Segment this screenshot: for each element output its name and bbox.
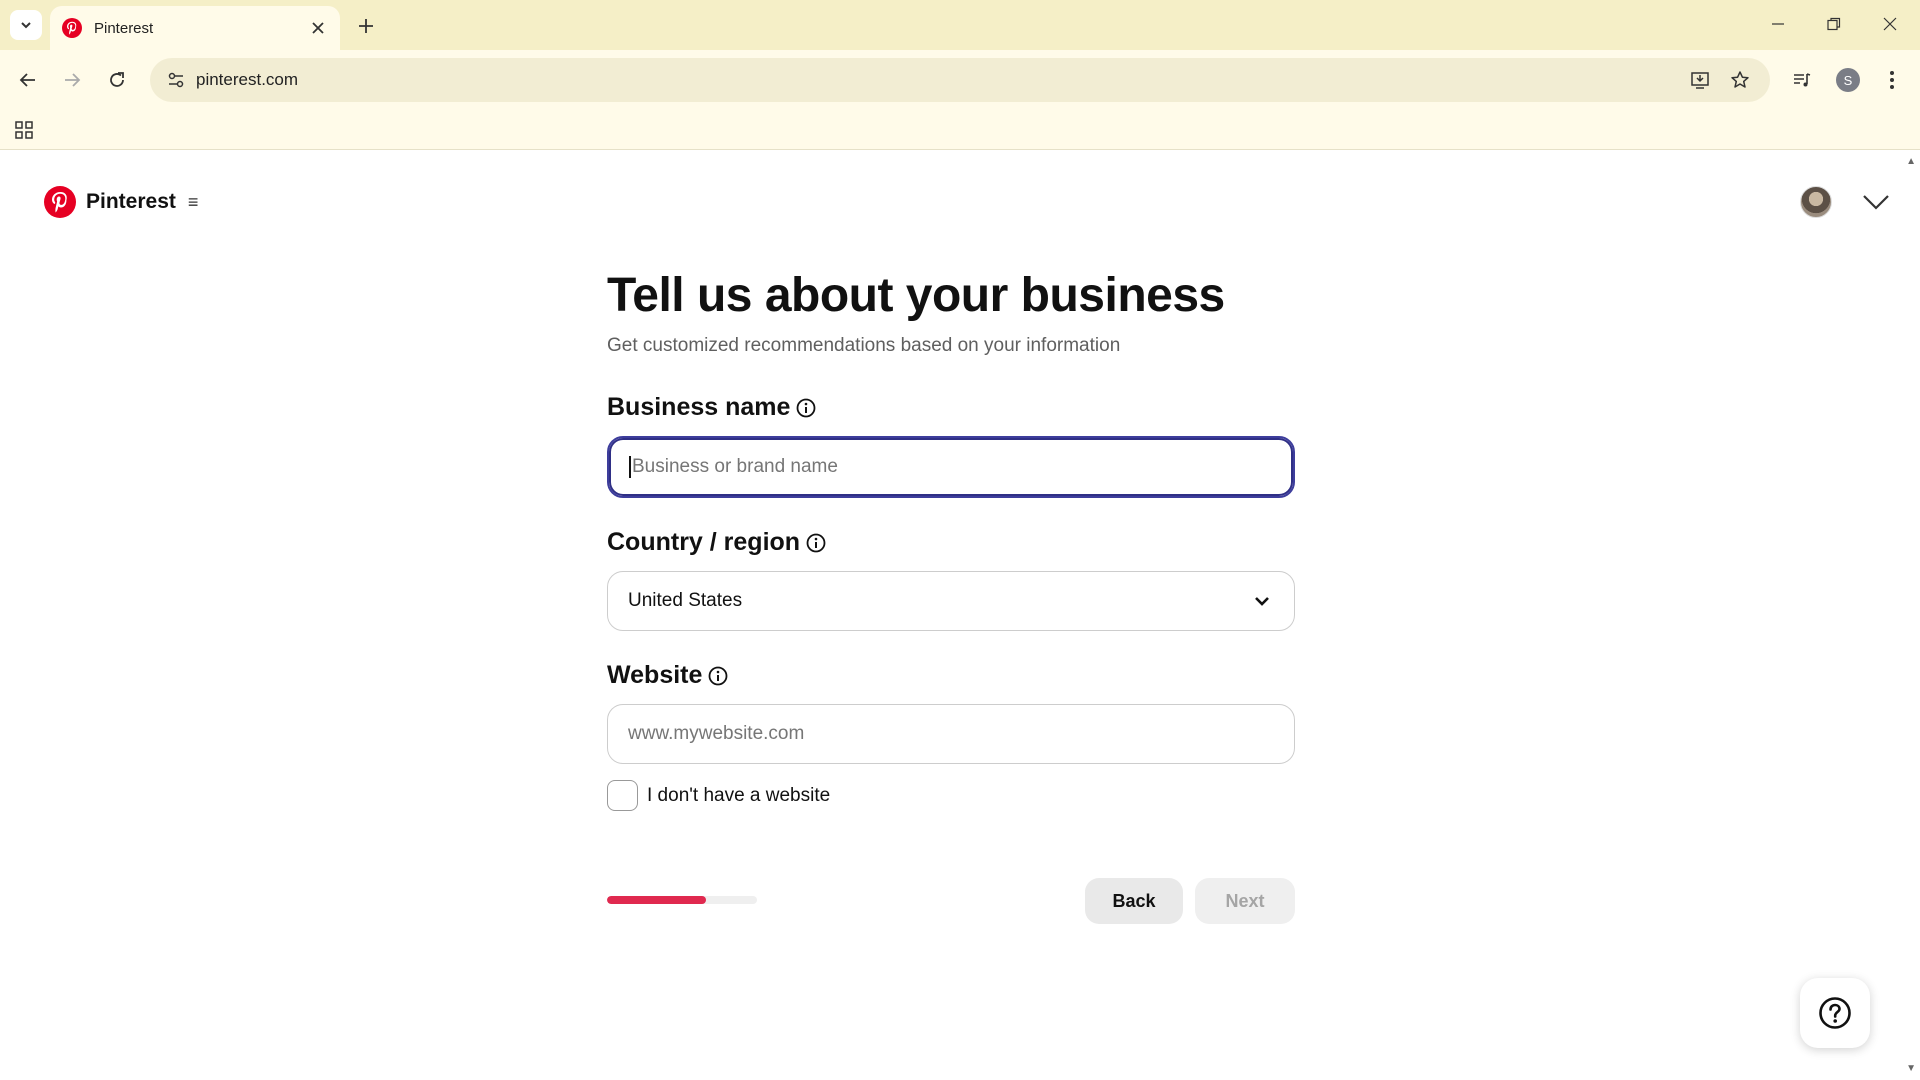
kebab-menu-icon [1890, 71, 1894, 89]
browser-menu-button[interactable] [1876, 64, 1908, 96]
chevron-down-icon [1863, 195, 1889, 210]
minimize-icon [1772, 23, 1784, 25]
business-name-label: Business name [607, 393, 791, 421]
website-label-row: Website [607, 661, 1295, 690]
business-name-input[interactable]: Business or brand name [607, 436, 1295, 498]
help-button[interactable] [1800, 978, 1870, 1048]
restore-icon [1827, 17, 1841, 31]
reload-icon [110, 72, 124, 87]
close-icon [312, 22, 324, 34]
text-caret [629, 456, 631, 478]
hamburger-menu-icon[interactable]: ≡ [188, 192, 199, 213]
website-input[interactable]: www.mywebsite.com [607, 704, 1295, 764]
tab-search-button[interactable] [10, 10, 42, 40]
brand-header: Pinterest ≡ [44, 186, 198, 218]
site-settings-button[interactable] [160, 64, 192, 96]
back-nav-button[interactable] [12, 64, 44, 96]
reload-button[interactable] [101, 64, 133, 96]
install-app-icon [1691, 72, 1709, 89]
help-question-icon [1819, 997, 1851, 1029]
progress-bar-fill [607, 896, 706, 904]
page-content: ▲ ▼ Pinterest ≡ Tell us about your busin… [0, 150, 1920, 1080]
bookmark-button[interactable] [1724, 64, 1756, 96]
website-label: Website [607, 661, 703, 689]
no-website-checkbox[interactable] [607, 780, 638, 811]
brand-name[interactable]: Pinterest [86, 190, 176, 214]
back-button[interactable]: Back [1085, 878, 1183, 924]
forward-nav-button[interactable] [56, 64, 88, 96]
page-subtitle: Get customized recommendations based on … [607, 335, 1121, 356]
pinterest-logo-icon[interactable] [44, 186, 76, 218]
back-arrow-icon [19, 73, 35, 87]
close-tab-button[interactable] [306, 16, 330, 40]
apps-grid-icon [15, 121, 33, 139]
forward-arrow-icon [65, 73, 81, 87]
info-icon[interactable] [796, 398, 816, 418]
browser-tab[interactable]: Pinterest [50, 6, 340, 50]
country-select[interactable]: United States [607, 571, 1295, 631]
install-app-button[interactable] [1684, 64, 1716, 96]
media-control-button[interactable] [1786, 64, 1818, 96]
account-menu-button[interactable] [1860, 188, 1892, 216]
chevron-down-icon [1250, 589, 1274, 613]
country-label: Country / region [607, 528, 801, 556]
site-settings-icon [168, 72, 184, 88]
business-info-form: Tell us about your business Get customiz… [607, 268, 1295, 811]
restore-button[interactable] [1814, 8, 1854, 40]
no-website-row: I don't have a website [607, 780, 1295, 811]
scroll-up-arrow-icon[interactable]: ▲ [1906, 156, 1916, 167]
tab-title: Pinterest [94, 19, 154, 37]
info-icon[interactable] [806, 533, 826, 553]
country-label-row: Country / region [607, 528, 1295, 557]
media-control-icon [1794, 73, 1811, 87]
bookmark-star-icon [1731, 71, 1749, 88]
plus-icon [359, 19, 373, 33]
minimize-button[interactable] [1758, 8, 1798, 40]
country-select-value: United States [628, 590, 743, 611]
scroll-down-arrow-icon[interactable]: ▼ [1906, 1063, 1916, 1074]
business-name-placeholder: Business or brand name [632, 456, 838, 477]
profile-avatar: S [1836, 68, 1860, 92]
new-tab-button[interactable] [352, 12, 380, 40]
browser-toolbar: pinterest.com S [0, 50, 1920, 110]
info-icon[interactable] [708, 666, 728, 686]
website-placeholder: www.mywebsite.com [628, 723, 805, 744]
window-close-icon [1883, 17, 1897, 31]
progress-bar [607, 896, 757, 904]
business-name-label-row: Business name [607, 393, 1295, 422]
bookmarks-bar [0, 110, 1920, 150]
page-title: Tell us about your business [607, 269, 1225, 322]
profile-button[interactable]: S [1832, 64, 1864, 96]
user-avatar[interactable] [1800, 186, 1832, 218]
no-website-label[interactable]: I don't have a website [647, 785, 830, 807]
window-close-button[interactable] [1870, 8, 1910, 40]
next-button[interactable]: Next [1195, 878, 1295, 924]
chevron-down-icon [21, 22, 31, 29]
browser-tabbar: Pinterest [0, 0, 1920, 50]
form-footer: Back Next [607, 878, 1295, 924]
address-bar[interactable]: pinterest.com [150, 58, 1770, 102]
apps-button[interactable] [10, 116, 38, 144]
url-text: pinterest.com [196, 70, 299, 89]
pinterest-favicon [62, 18, 82, 38]
